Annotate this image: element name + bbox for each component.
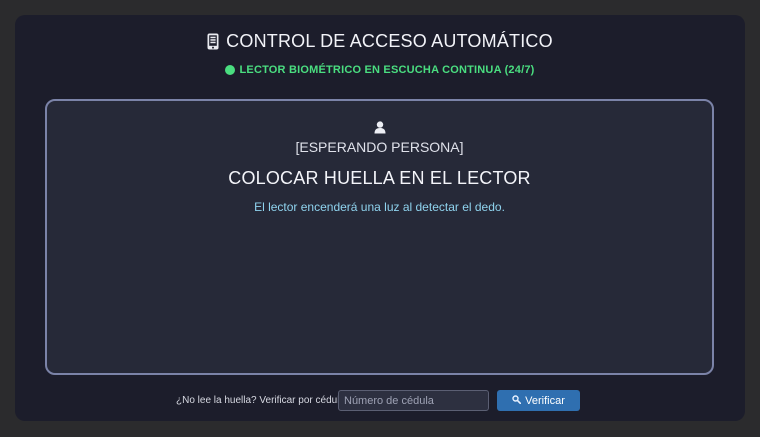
fingerprint-reader-area: [ESPERANDO PERSONA] COLOCAR HUELLA EN EL… xyxy=(45,99,714,375)
mobile-phone-icon xyxy=(207,33,219,50)
cedula-input[interactable] xyxy=(338,390,489,411)
cedula-fallback-label: ¿No lee la huella? Verificar por cédula: xyxy=(176,395,348,406)
waiting-state-label: [ESPERANDO PERSONA] xyxy=(295,139,464,155)
green-dot-icon xyxy=(225,65,236,75)
reader-status: LECTOR BIOMÉTRICO EN ESCUCHA CONTINUA (2… xyxy=(15,64,745,76)
verify-button-label: Verificar xyxy=(525,394,565,407)
cedula-fallback-row: ¿No lee la huella? Verificar por cédula:… xyxy=(15,390,745,412)
page-title: CONTROL DE ACCESO AUTOMÁTICO xyxy=(15,31,745,52)
verify-button[interactable]: Verificar xyxy=(497,390,580,411)
reader-status-text: LECTOR BIOMÉTRICO EN ESCUCHA CONTINUA (2… xyxy=(239,64,535,76)
fingerprint-instruction: COLOCAR HUELLA EN EL LECTOR xyxy=(228,168,531,188)
page-title-text: CONTROL DE ACCESO AUTOMÁTICO xyxy=(226,31,553,51)
access-control-panel: CONTROL DE ACCESO AUTOMÁTICO LECTOR BIOM… xyxy=(15,15,745,421)
reader-hint: El lector encenderá una luz al detectar … xyxy=(254,200,505,214)
magnifier-icon xyxy=(512,394,522,407)
person-icon xyxy=(47,121,712,134)
